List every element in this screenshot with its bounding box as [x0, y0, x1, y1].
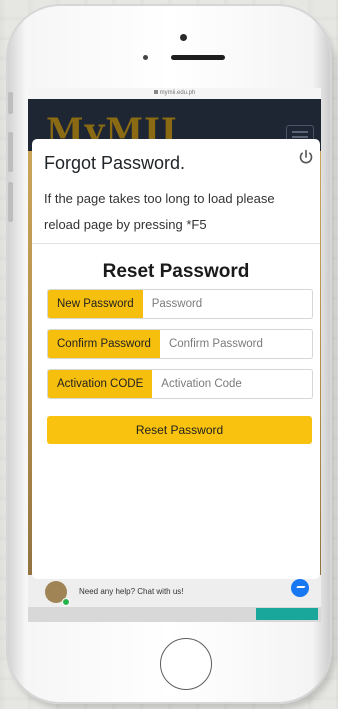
messenger-icon[interactable] — [291, 579, 309, 597]
confirm-password-label: Confirm Password — [48, 330, 160, 358]
volume-down-button — [8, 182, 13, 222]
chat-prompt[interactable]: Need any help? Chat with us! — [79, 587, 184, 596]
activation-code-input[interactable] — [152, 370, 312, 398]
footer-strip — [28, 607, 321, 622]
earpiece — [143, 54, 225, 60]
confirm-password-input[interactable] — [159, 330, 312, 358]
phone-screen: mymii.edu.ph MyMII Need any help? Chat w… — [28, 88, 321, 622]
new-password-group: New Password — [47, 289, 313, 319]
front-camera — [180, 34, 187, 41]
activation-code-label: Activation CODE — [48, 370, 153, 398]
volume-up-button — [8, 132, 13, 172]
chat-widget[interactable]: Need any help? Chat with us! — [28, 575, 321, 607]
mute-switch — [8, 92, 13, 114]
reset-password-button[interactable]: Reset Password — [47, 416, 312, 444]
url-text: mymii.edu.ph — [159, 90, 196, 96]
browser-url-bar[interactable]: mymii.edu.ph — [28, 88, 321, 99]
online-status-dot — [62, 598, 70, 606]
reload-note: If the page takes too long to load pleas… — [44, 191, 275, 232]
activation-code-group: Activation CODE — [47, 369, 313, 399]
lock-icon — [153, 90, 158, 95]
power-icon[interactable] — [298, 149, 314, 165]
reset-password-heading: Reset Password — [102, 261, 250, 282]
home-button[interactable] — [160, 638, 212, 690]
footer-button[interactable] — [256, 608, 318, 620]
divider — [32, 243, 320, 244]
new-password-input[interactable] — [142, 290, 312, 318]
forgot-password-modal: Forgot Password. If the page takes too l… — [32, 139, 320, 579]
confirm-password-group: Confirm Password — [47, 329, 313, 359]
modal-title: Forgot Password. — [44, 153, 186, 173]
new-password-label: New Password — [48, 290, 143, 318]
